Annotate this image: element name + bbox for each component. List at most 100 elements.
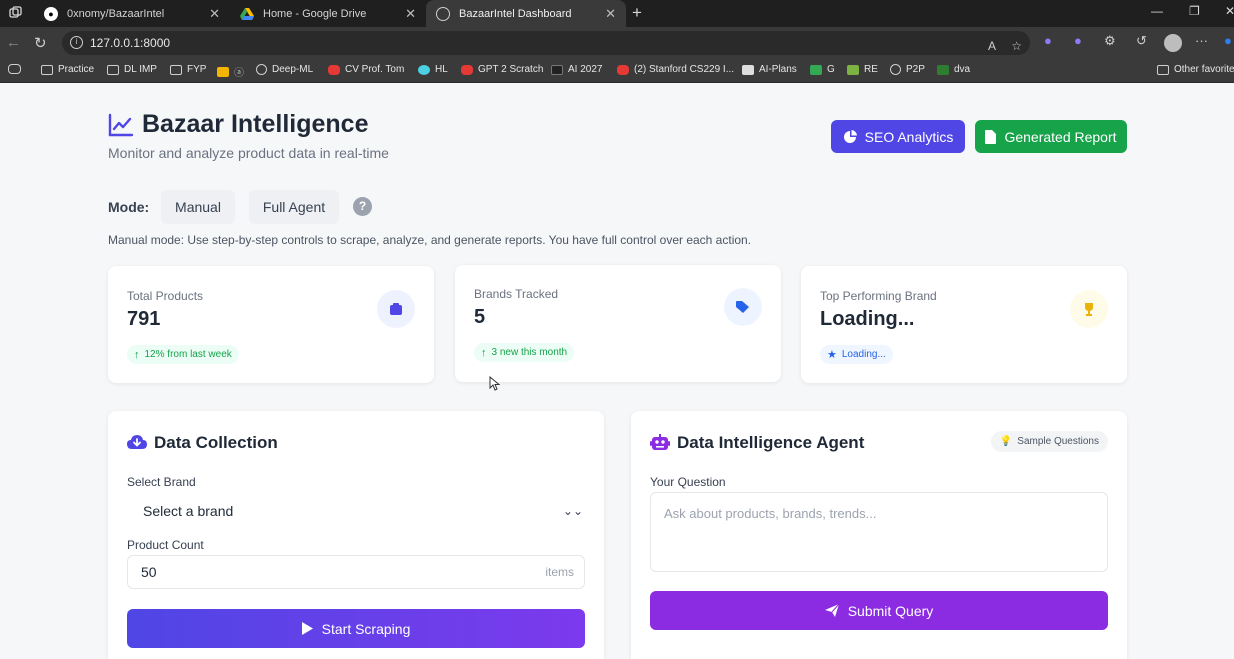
bookmark-other-favorites[interactable]: Other favorites [1157,64,1234,75]
copilot-icon[interactable]: ● [1044,33,1052,48]
submit-query-button[interactable]: Submit Query [650,591,1108,630]
generated-report-button[interactable]: Generated Report [975,120,1127,153]
start-scraping-button[interactable]: Start Scraping [127,609,585,648]
bookmark-ai-plans[interactable]: AI-Plans [742,64,797,75]
bookmark-practice[interactable]: Practice [41,64,94,75]
bookmark-label: DL IMP [124,64,157,75]
folder-icon [170,64,182,75]
new-tab-icon[interactable]: + [632,3,642,23]
submit-query-label: Submit Query [847,602,934,619]
seo-analytics-button[interactable]: SEO Analytics [831,120,965,153]
stat-card-brands-tracked: Brands Tracked 5 ↑ 3 new this month [455,265,781,382]
mode-label: Mode: [108,199,150,215]
google-drive-icon [810,64,822,75]
tab-bazaarintel-dashboard[interactable]: BazaarIntel Dashboard ✕ [426,0,626,27]
history-icon[interactable]: ↺ [1136,33,1147,49]
site-info-icon[interactable]: i [70,36,83,49]
bookmark-fyp[interactable]: FYP [170,64,206,75]
your-question-label: Your Question [650,475,726,489]
play-icon [301,622,313,635]
extensions-icon[interactable]: ⚙ [1104,33,1116,49]
bookmark-label: (2) Stanford CS229 I... [634,64,735,75]
close-icon[interactable]: ✕ [405,6,416,22]
tag-icon [724,288,762,326]
bookmark-dl-imp[interactable]: DL IMP [107,64,157,75]
bookmark-cv-prof-tom[interactable]: CV Prof. Tom [328,64,404,75]
tab-github[interactable]: ● 0xnomy/BazaarIntel ✕ [34,0,230,27]
stat-badge-text: 3 new this month [491,347,568,358]
back-icon[interactable]: ← [6,34,21,51]
favorite-star-icon[interactable]: ☆ [1011,34,1022,58]
chevron-down-icon: ⌄⌄ [562,504,583,518]
robot-icon [650,434,670,450]
browser-tab-bar: ● 0xnomy/BazaarIntel ✕ Home - Google Dri… [0,0,1234,27]
profile-avatar[interactable] [1164,34,1182,52]
data-intelligence-agent-panel: Data Intelligence Agent 💡 Sample Questio… [631,411,1127,659]
close-icon[interactable]: ✕ [209,6,220,22]
trophy-icon [1070,290,1108,328]
bookmark-deep-ml[interactable]: Deep-ML [256,64,313,75]
page-subtitle: Monitor and analyze product data in real… [108,145,389,161]
mode-full-agent-button[interactable]: Full Agent [249,190,339,224]
url-field[interactable]: i 127.0.0.1:8000 A ☆ [62,31,1030,55]
bookmark-image[interactable]: ⓐ [217,64,244,79]
workspaces-icon[interactable] [9,6,22,22]
bookmark-p2p[interactable]: P2P [890,64,925,75]
bookmark-dva[interactable]: dva [937,64,970,75]
minimize-icon[interactable]: — [1151,4,1163,18]
arrow-up-icon: ↑ [134,348,140,361]
product-count-value: 50 [141,564,157,580]
bookmarks-bar: Practice DL IMP FYP ⓐ Deep-ML CV Prof. T… [0,59,1234,83]
read-aloud-icon[interactable]: A [988,34,996,58]
start-scraping-label: Start Scraping [321,620,411,637]
youtube-icon [617,64,629,75]
re-icon [847,64,859,75]
extension-game-icon[interactable]: ● [1074,33,1082,48]
file-icon [985,129,997,144]
data-collection-panel: Data Collection Select Brand Select a br… [108,411,604,659]
close-icon[interactable]: ✕ [605,6,616,22]
restore-icon[interactable]: ❐ [1189,4,1200,18]
product-count-label: Product Count [127,538,204,552]
bookmark-label: dva [954,64,971,75]
stat-badge-text: 12% from last week [144,349,232,360]
star-icon: ★ [827,349,837,361]
bookmark-gpt2-scratch[interactable]: GPT 2 Scratch [461,64,543,75]
bookmark-g[interactable]: G [810,64,835,75]
bookmark-re[interactable]: RE [847,64,878,75]
bookmark-ai-2027[interactable]: AI 2027 [551,64,602,75]
tab-label: 0xnomy/BazaarIntel [67,7,165,20]
select-brand-label: Select Brand [127,475,196,489]
folder-icon [1157,64,1169,75]
collections-icon[interactable] [8,64,26,74]
more-menu-icon[interactable]: ··· [1195,33,1208,48]
dashboard-page: Bazaar Intelligence Monitor and analyze … [0,84,1234,659]
refresh-icon[interactable]: ↻ [34,34,47,52]
stat-card-total-products: Total Products 791 ↑ 12% from last week [108,266,434,383]
product-count-input[interactable]: 50 items [127,555,585,589]
ai2027-icon [551,64,563,75]
pie-chart-icon [843,129,857,143]
paper-plane-icon [824,604,839,617]
globe-icon [436,6,450,21]
folder-icon [107,64,119,75]
hl-icon [418,64,430,75]
stat-badge: ↑ 3 new this month [474,343,575,362]
sample-questions-button[interactable]: 💡 Sample Questions [990,431,1108,452]
copilot-sidebar-icon[interactable]: ● [1224,33,1232,48]
bookmark-label: CV Prof. Tom [345,64,405,75]
stat-value: Loading... [820,308,915,330]
help-icon[interactable]: ? [353,197,372,216]
github-icon: ● [44,6,58,21]
close-window-icon[interactable]: ✕ [1225,4,1234,18]
lightbulb-icon: 💡 [999,436,1013,447]
mode-manual-button[interactable]: Manual [161,190,235,224]
bookmark-stanford-cs229[interactable]: (2) Stanford CS229 I... [617,64,734,75]
tab-google-drive[interactable]: Home - Google Drive ✕ [230,0,426,27]
bookmark-hl[interactable]: HL [418,64,448,75]
stat-card-top-performing-brand: Top Performing Brand Loading... ★ Loadin… [801,266,1127,383]
brand-select[interactable]: Select a brand ⌄⌄ [127,496,585,526]
globe-icon [256,64,267,75]
mouse-cursor-icon [489,376,500,391]
question-textarea[interactable]: Ask about products, brands, trends... [650,492,1108,572]
